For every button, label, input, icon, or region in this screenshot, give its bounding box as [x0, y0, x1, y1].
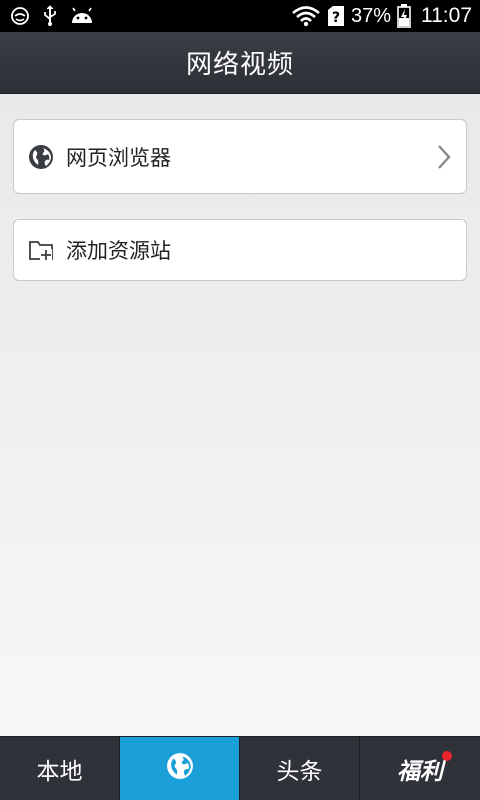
title-bar: 网络视频 [0, 32, 480, 94]
tab-welfare-label: 福利 [397, 759, 443, 785]
globe-icon [28, 144, 54, 170]
sim-unknown-icon: ? [327, 5, 345, 27]
wifi-icon [291, 5, 321, 27]
battery-charging-icon [397, 4, 411, 28]
status-right: ? 37% 11:07 [291, 4, 472, 28]
notification-badge [442, 751, 452, 761]
smiley-notification-icon [10, 6, 30, 26]
tab-online-video[interactable] [120, 737, 240, 800]
status-left [10, 5, 94, 27]
tab-local[interactable]: 本地 [0, 737, 120, 800]
tab-headlines-label: 头条 [276, 759, 323, 785]
usb-icon [42, 5, 58, 27]
tab-welfare[interactable]: 福利 [360, 737, 480, 800]
folder-add-icon [28, 237, 54, 263]
clock: 11:07 [421, 4, 472, 27]
web-browser-label: 网页浏览器 [66, 145, 171, 170]
globe-icon [166, 752, 194, 786]
status-bar: ? 37% 11:07 [0, 0, 480, 32]
main-content: 网页浏览器 添加资源站 [0, 94, 480, 736]
add-source-label: 添加资源站 [66, 239, 171, 263]
tab-headlines[interactable]: 头条 [240, 737, 360, 800]
android-debug-icon [70, 7, 94, 25]
add-source-item[interactable]: 添加资源站 [13, 219, 467, 281]
chevron-right-icon [436, 144, 452, 170]
web-browser-item[interactable]: 网页浏览器 [13, 119, 467, 194]
svg-text:?: ? [332, 10, 340, 26]
battery-percent: 37% [350, 4, 391, 27]
tab-local-label: 本地 [36, 759, 83, 785]
page-title: 网络视频 [185, 50, 294, 80]
bottom-nav: 本地 头条 福利 [0, 736, 480, 800]
